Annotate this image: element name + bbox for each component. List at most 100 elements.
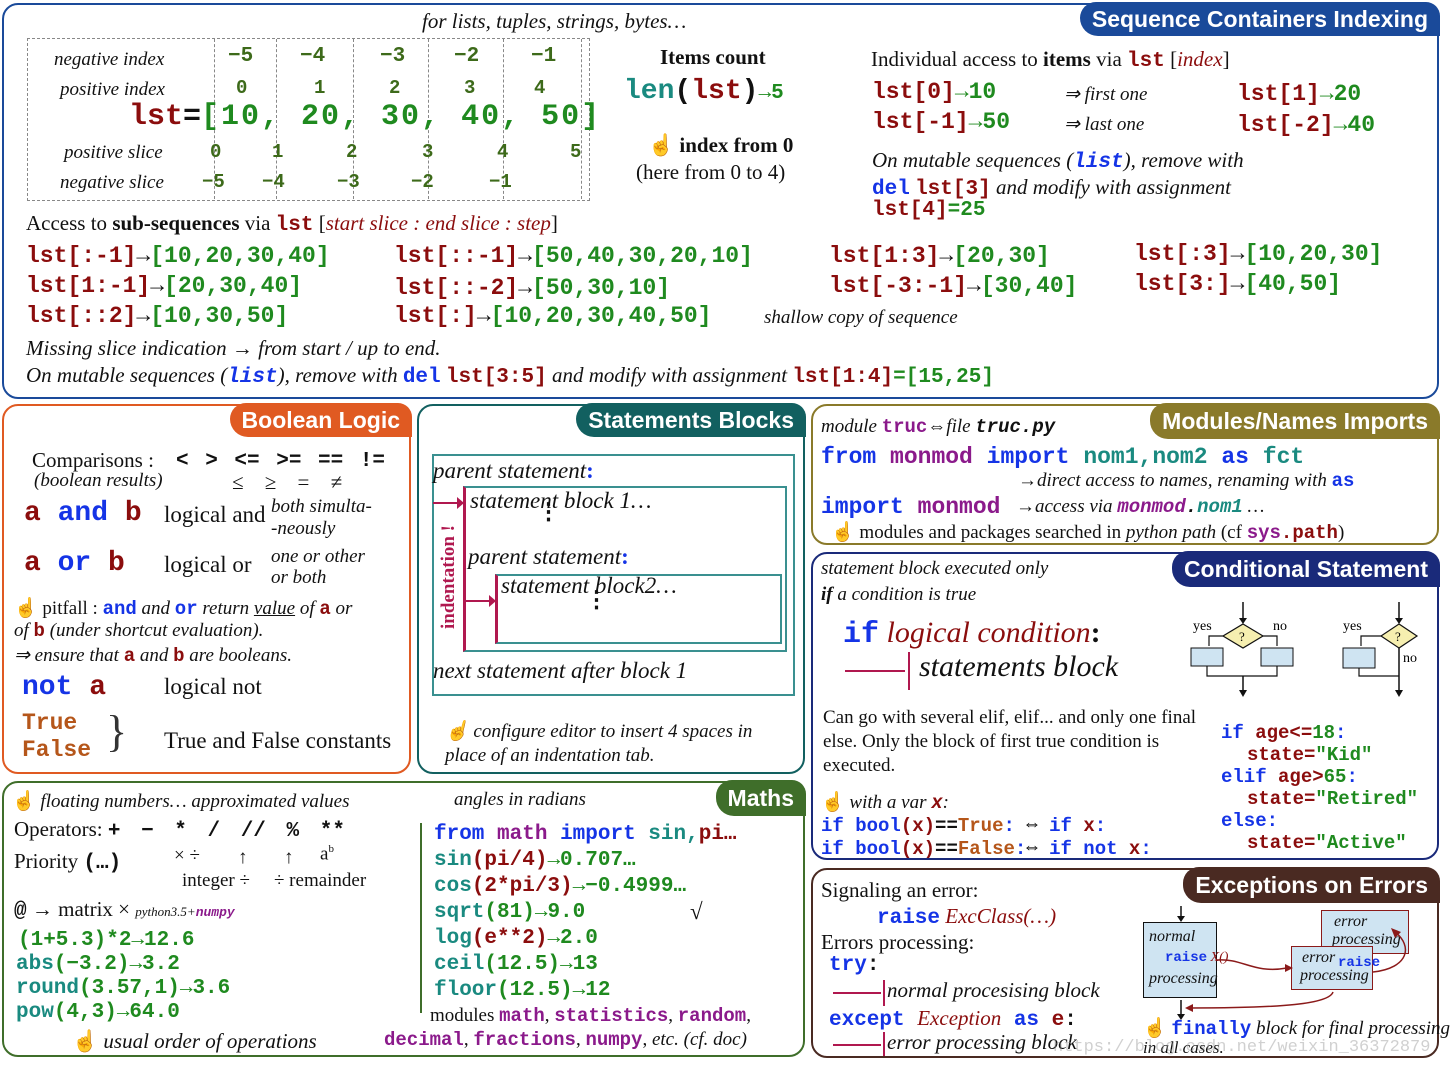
t: ) [1337, 522, 1345, 543]
t: or [330, 598, 353, 619]
expr: lst[-3:-1] [829, 273, 968, 299]
pos-slice-label: positive slice [64, 142, 163, 163]
yes-label: yes [1343, 619, 1362, 634]
len-expression: len(lst)→5 [624, 76, 784, 107]
t: ⇒ ensure that [14, 645, 124, 666]
expr: lst[:-1] [26, 243, 137, 269]
slice-4: lst[::-2]→[50,30,10] [394, 275, 671, 301]
t: pitfall : [42, 598, 98, 619]
exc-class: ExcClass(…) [945, 904, 1057, 928]
no-label: no [1273, 619, 1287, 634]
index-from-0-text: index from 0 [679, 133, 794, 157]
expr: lst[1:-1] [26, 273, 151, 299]
access-row-3: lst[-2]→40 [1237, 112, 1375, 138]
expr: lst[3:] [1134, 271, 1231, 297]
eq: == [935, 838, 958, 860]
bool-equivalence-2: if bool(x)==False:⇔ if not x: [821, 838, 1152, 860]
or-desc: logical or [164, 552, 252, 577]
fn: pow [16, 1001, 54, 1024]
res: →20 [1319, 81, 1362, 107]
t: On mutable sequences ( [26, 363, 228, 387]
b: b [124, 498, 142, 529]
neg-slice-3: −2 [411, 171, 434, 193]
t: : [942, 792, 949, 813]
name: nom1 [1197, 496, 1243, 518]
pi: pi… [698, 823, 737, 846]
yes-label: yes [1193, 619, 1212, 634]
list-kw: list [1073, 151, 1124, 174]
end: : [1346, 766, 1358, 788]
t: →access via [1016, 496, 1118, 517]
no-label: no [1403, 651, 1417, 666]
args: (e**2) [471, 927, 548, 950]
fn: round [16, 977, 80, 1000]
pos-index-3: 3 [464, 77, 476, 99]
statements-block: statements block [919, 650, 1119, 683]
panel-conditional-statement: Conditional Statement statement block ex… [811, 551, 1440, 860]
at: @ [14, 900, 27, 923]
error-block: error processing block [887, 1030, 1077, 1054]
len-open: ( [674, 76, 692, 107]
elif-explanation: Can go with several elif, elif... and on… [823, 707, 1197, 776]
a: a [319, 598, 331, 620]
neg-slice-1: −4 [262, 171, 285, 193]
not-desc: logical not [164, 674, 262, 699]
t: On mutable sequences ( [872, 148, 1074, 172]
pos-slice-1: 1 [272, 141, 284, 163]
x: (x) [900, 815, 936, 837]
from-math-import: from math import sin,pi… [434, 823, 737, 846]
subtitle: for lists, tuples, strings, bytes… [422, 9, 687, 33]
e: e [1051, 1009, 1065, 1032]
fn: sqrt [434, 901, 485, 924]
expr: lst[-2] [1237, 112, 1334, 138]
integer-div-note: integer ÷ [182, 870, 250, 891]
index-from-0: ☝ index from 0 [648, 133, 793, 158]
signaling-label: Signaling an error: [821, 878, 979, 902]
and-desc: logical and [164, 502, 266, 527]
example-code: if age<=18: state="Kid" elif age>65: sta… [1221, 722, 1418, 854]
res: →9.0 [534, 901, 586, 924]
boolean-results-note: (boolean results) [34, 470, 163, 491]
fn: sin [434, 849, 472, 872]
syntax: start slice : end slice : step [325, 211, 551, 235]
as-kw: as [1331, 470, 1355, 492]
pos-slice-3: 3 [422, 141, 434, 163]
del-expr: lst[3:5] [445, 366, 547, 389]
pos-index-label: positive index [60, 79, 165, 100]
res: →3.2 [129, 953, 180, 976]
len-close: ) [741, 76, 759, 107]
t: modules [430, 1005, 500, 1026]
sys: sys [1246, 522, 1281, 544]
a: a [89, 672, 107, 703]
module: math [497, 823, 548, 846]
num: "Retired" [1315, 788, 1419, 810]
neg-index-2: −3 [380, 45, 406, 68]
num: "Kid" [1315, 744, 1373, 766]
constants-desc: True and False constants [164, 728, 392, 753]
modules-list-1: modules math, statistics, random, [430, 1005, 751, 1027]
t: floating numbers… approximated values [40, 791, 350, 812]
editor-tip: ☝ configure editor to insert 4 spaces in… [445, 720, 785, 768]
neg-index-4: −1 [531, 45, 557, 68]
or-note-1: one or other [271, 546, 365, 567]
val: True [957, 815, 1004, 837]
pointer-icon: ☝ [1143, 1018, 1172, 1039]
and-expression: a and b [24, 498, 142, 529]
try-indent-bar [883, 980, 885, 1006]
lst-values: [10, 20, 30, 40, 50] [201, 100, 602, 134]
priority-line: Priority (…) [14, 849, 121, 875]
if-syntax: if logical condition: [843, 616, 1101, 652]
panel-exceptions: Exceptions on Errors Signaling an error:… [811, 867, 1450, 1058]
if-not: if not [1049, 838, 1118, 860]
t: value [253, 598, 296, 619]
colon: : [866, 954, 880, 977]
t: ), remove with [277, 363, 403, 387]
cond-intro-2: if a condition is true [821, 584, 976, 606]
res: [20,30] [953, 243, 1050, 269]
lst-definition: lst=[10, 20, 30, 40, 50] [129, 100, 601, 134]
operators: + − * / // % ** [107, 820, 345, 843]
slice-2: lst[::2]→[10,30,50] [26, 303, 289, 329]
math-example-0: (1+5.3)*2→12.6 [18, 929, 194, 952]
indent-arrow-2-head [489, 595, 496, 607]
module: statistics [554, 1005, 669, 1027]
